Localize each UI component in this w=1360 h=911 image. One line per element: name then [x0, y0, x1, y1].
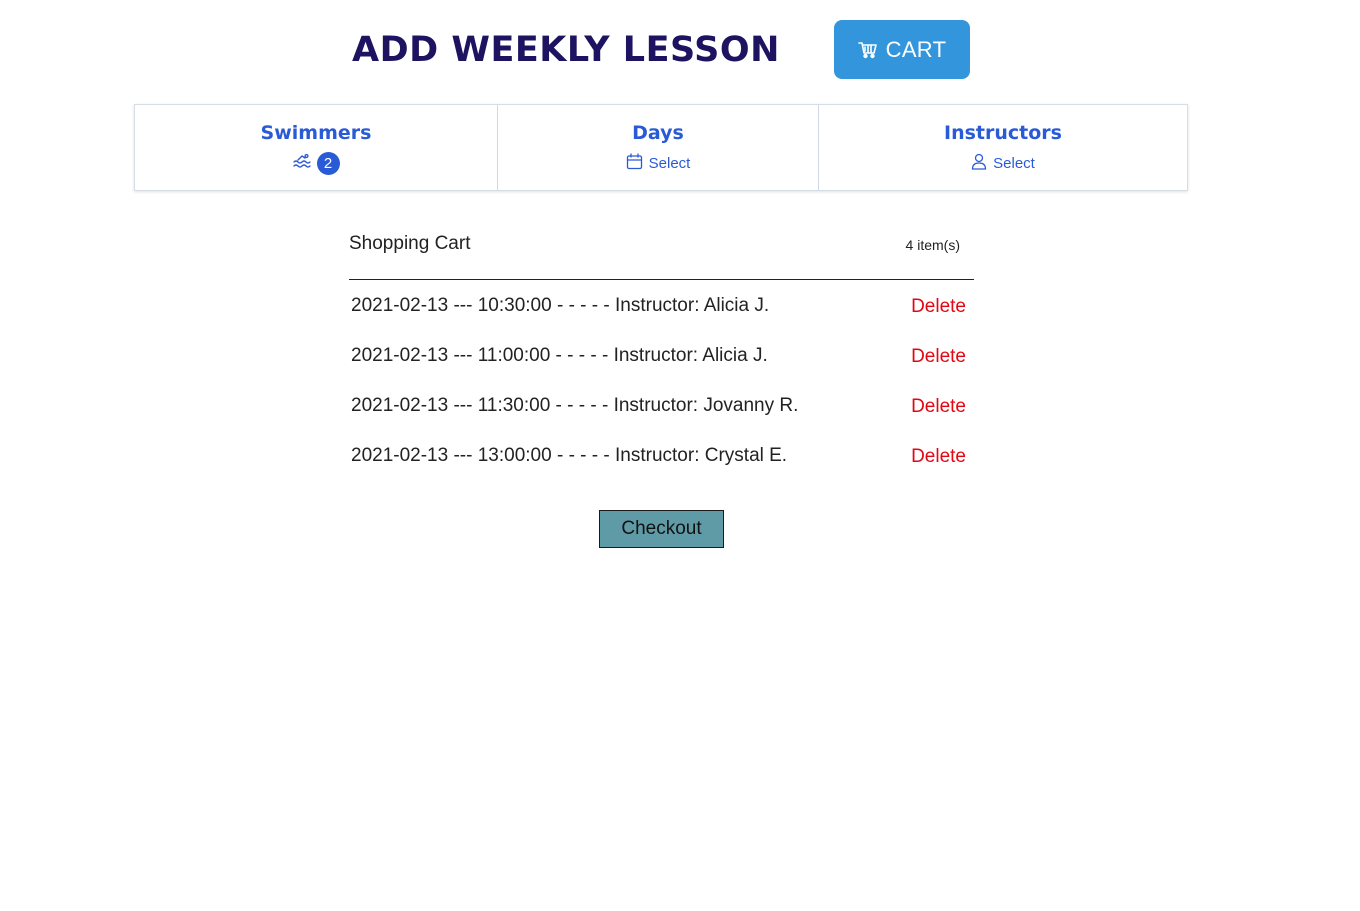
cart-button[interactable]: CART — [834, 20, 970, 79]
tab-swimmers-value: 2 — [292, 151, 340, 175]
page-title: ADD WEEKLY LESSON — [352, 30, 780, 70]
tab-swimmers[interactable]: Swimmers 2 — [135, 105, 497, 190]
cart-item: 2021-02-13 --- 10:30:00 - - - - - Instru… — [351, 290, 975, 340]
user-icon — [971, 153, 987, 174]
instructors-select-label: Select — [993, 154, 1035, 172]
cart-item-text: 2021-02-13 --- 10:30:00 - - - - - Instru… — [351, 295, 770, 316]
calendar-icon — [626, 152, 643, 174]
cart-item-text: 2021-02-13 --- 11:30:00 - - - - - Instru… — [351, 395, 799, 416]
filter-bar: Swimmers 2 Days Select Instructors Selec… — [134, 104, 1188, 191]
cart-item-text: 2021-02-13 --- 13:00:00 - - - - - Instru… — [351, 445, 788, 466]
tab-instructors[interactable]: Instructors Select — [818, 105, 1187, 190]
checkout-button[interactable]: Checkout — [599, 510, 724, 548]
delete-button[interactable]: Delete — [911, 296, 966, 318]
cart-icon — [857, 41, 878, 59]
cart-item: 2021-02-13 --- 13:00:00 - - - - - Instru… — [351, 440, 975, 490]
cart-item-text: 2021-02-13 --- 11:00:00 - - - - - Instru… — [351, 345, 768, 366]
swimmer-count-badge: 2 — [316, 151, 340, 175]
shopping-cart-title: Shopping Cart — [349, 233, 471, 254]
cart-item: 2021-02-13 --- 11:00:00 - - - - - Instru… — [351, 340, 975, 390]
tab-swimmers-title: Swimmers — [260, 122, 372, 144]
delete-button[interactable]: Delete — [911, 446, 966, 468]
cart-button-label: CART — [885, 36, 947, 62]
shopping-cart-header: Shopping Cart 4 item(s) — [349, 230, 974, 280]
page: ADD WEEKLY LESSON CART Swimmers 2 Days S… — [0, 0, 1360, 911]
tab-days-value: Select — [626, 152, 691, 174]
tab-days[interactable]: Days Select — [497, 105, 818, 190]
cart-item-list: 2021-02-13 --- 10:30:00 - - - - - Instru… — [351, 290, 975, 490]
tab-instructors-value: Select — [971, 152, 1035, 174]
delete-button[interactable]: Delete — [911, 346, 966, 368]
days-select-label: Select — [648, 154, 691, 172]
swimmer-icon — [292, 153, 311, 173]
cart-item: 2021-02-13 --- 11:30:00 - - - - - Instru… — [351, 390, 975, 440]
cart-item-count: 4 item(s) — [905, 237, 960, 253]
tab-instructors-title: Instructors — [944, 122, 1062, 144]
tab-days-title: Days — [632, 122, 684, 144]
delete-button[interactable]: Delete — [911, 396, 966, 418]
